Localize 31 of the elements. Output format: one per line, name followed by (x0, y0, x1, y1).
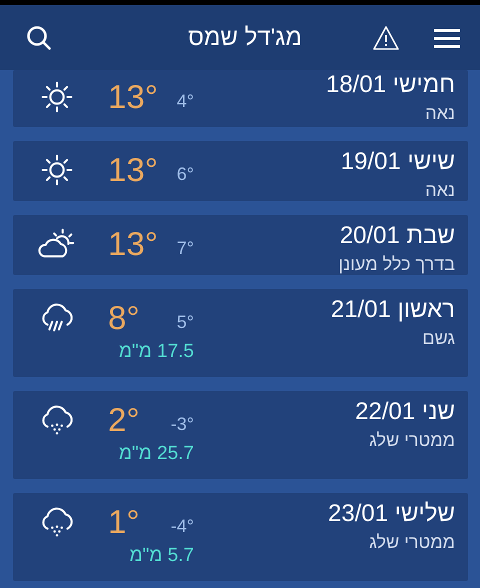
low-temperature: -3° (170, 414, 195, 435)
location-title: מג'דל שמס (187, 24, 303, 52)
condition-text: ממטרי שלג (369, 430, 455, 451)
low-temperature: 7° (176, 238, 195, 259)
day-date: שבת 20/01 (340, 222, 455, 250)
condition-text: ממטרי שלג (369, 532, 455, 553)
low-temperature: -4° (170, 516, 195, 537)
day-date: חמישי 18/01 (326, 71, 455, 99)
low-temperature: 5° (176, 312, 195, 333)
condition-text: נאה (425, 103, 455, 124)
high-temperature: 8° (108, 299, 141, 337)
search-icon[interactable] (26, 24, 52, 50)
low-temperature: 6° (176, 164, 195, 185)
day-date: שלישי 23/01 (328, 500, 455, 528)
condition-text: בדרך כלל מעונן (338, 254, 455, 275)
day-date: שני 22/01 (355, 398, 455, 426)
high-temperature: 1° (108, 503, 141, 541)
precipitation-amount: 25.7 מ"מ (118, 443, 195, 465)
low-temperature: 4° (176, 91, 195, 112)
condition-text: גשם (422, 328, 455, 349)
high-temperature: 13° (108, 78, 159, 116)
precipitation-amount: 5.7 מ"מ (129, 545, 195, 567)
menu-icon[interactable] (434, 26, 460, 48)
high-temperature: 13° (108, 151, 159, 189)
high-temperature: 13° (108, 225, 159, 263)
day-date: שישי 19/01 (340, 148, 455, 176)
warning-icon[interactable] (372, 24, 400, 50)
precipitation-amount: 17.5 מ"מ (118, 341, 195, 363)
high-temperature: 2° (108, 401, 141, 439)
condition-text: נאה (425, 180, 455, 201)
day-date: ראשון 21/01 (330, 296, 455, 324)
